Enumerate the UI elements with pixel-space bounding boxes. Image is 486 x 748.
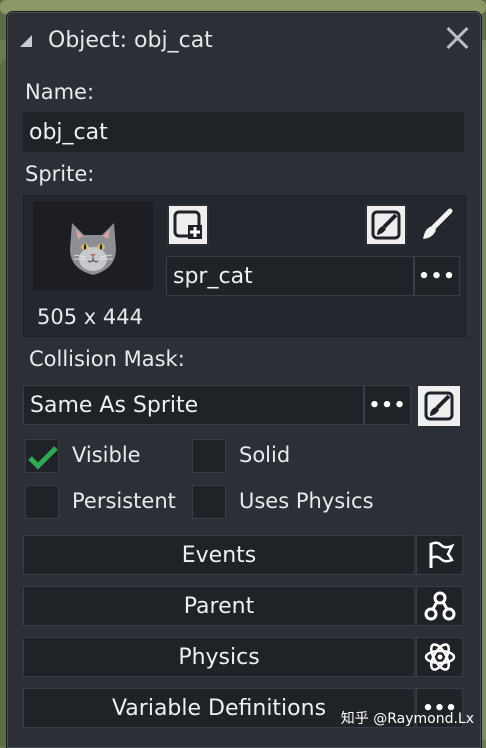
physics-atom-button[interactable] — [416, 637, 463, 677]
collision-mask-dropdown[interactable]: Same As Sprite — [23, 385, 364, 425]
visible-label: Visible — [72, 443, 141, 467]
uses-physics-checkbox[interactable] — [192, 485, 226, 519]
edit-sprite-button[interactable] — [365, 204, 407, 246]
sprite-brush-button[interactable] — [415, 204, 457, 246]
new-sprite-button[interactable] — [167, 204, 209, 246]
persistent-checkbox[interactable] — [25, 485, 59, 519]
hierarchy-icon — [424, 591, 455, 621]
sprite-browse-button[interactable]: ••• — [414, 256, 460, 296]
watermark-text: 知乎 @Raymond.Lx — [340, 711, 474, 727]
sprite-label: Sprite: — [25, 162, 95, 186]
edit-brush-icon — [424, 391, 454, 421]
sprite-section: 505 x 444 spr_cat ••• — [23, 195, 466, 337]
sprite-field[interactable]: spr_cat — [166, 256, 414, 296]
parent-hierarchy-button[interactable] — [416, 586, 463, 626]
object-editor-window: Object: obj_cat Name: obj_cat Sprite: 50… — [7, 12, 481, 748]
visible-checkbox[interactable] — [25, 439, 59, 473]
solid-label: Solid — [239, 443, 291, 467]
collision-mask-label: Collision Mask: — [29, 347, 185, 371]
name-label: Name: — [25, 80, 95, 104]
events-flag-button[interactable] — [416, 535, 463, 575]
flag-icon — [429, 541, 455, 568]
cat-sprite-image — [70, 223, 116, 275]
checkmark-icon — [28, 446, 58, 470]
parent-button[interactable]: Parent — [23, 586, 415, 626]
uses-physics-label: Uses Physics — [239, 489, 374, 513]
atom-icon — [424, 643, 455, 671]
name-field[interactable]: obj_cat — [23, 112, 464, 152]
brush-icon — [423, 208, 453, 239]
close-icon[interactable] — [444, 25, 470, 51]
physics-button[interactable]: Physics — [23, 637, 415, 677]
sprite-preview[interactable] — [33, 202, 153, 290]
collision-mask-browse-button[interactable]: ••• — [364, 385, 411, 425]
add-sprite-icon — [173, 210, 202, 239]
window-title: Object: obj_cat — [48, 28, 213, 53]
collapse-icon[interactable] — [20, 35, 32, 47]
edit-collision-mask-button[interactable] — [416, 384, 462, 428]
events-button[interactable]: Events — [23, 535, 415, 575]
solid-checkbox[interactable] — [192, 439, 226, 473]
edit-brush-icon — [371, 210, 401, 240]
title-bar[interactable]: Object: obj_cat — [8, 13, 480, 61]
sprite-dimensions: 505 x 444 — [37, 305, 143, 329]
persistent-label: Persistent — [72, 489, 176, 513]
